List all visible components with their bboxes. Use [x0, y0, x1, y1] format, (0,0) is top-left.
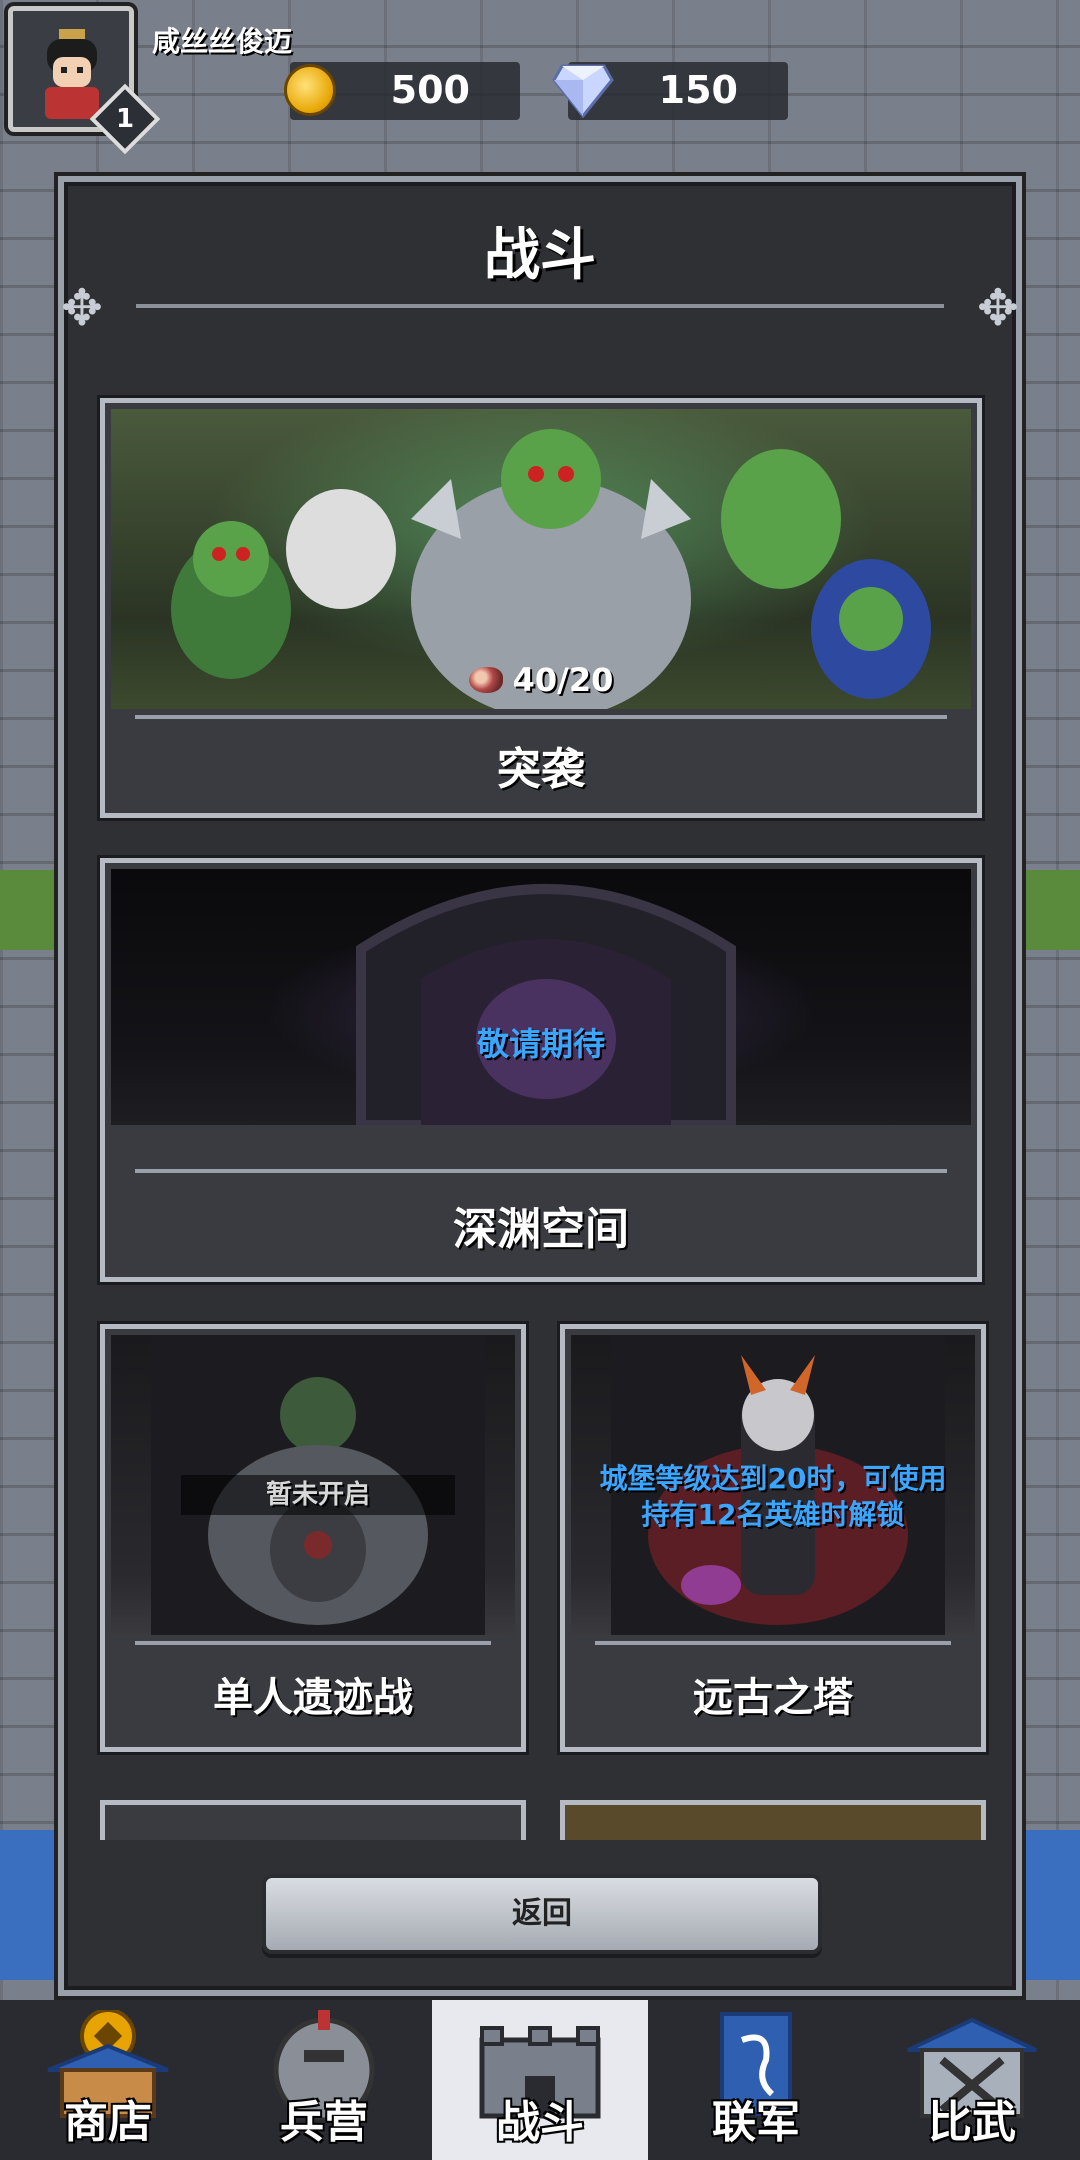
nav-tab-barracks[interactable]: 兵营 [216, 2000, 432, 2160]
tower-artwork: 城堡等级达到20时，可使用 持有12名英雄时解锁 [571, 1335, 975, 1635]
grass-patch [1020, 870, 1080, 950]
raid-count-value: 40/20 [512, 661, 614, 699]
gem-counter[interactable]: 150 [552, 62, 788, 120]
abyss-label: 深渊空间 [453, 1204, 629, 1255]
gold-coin-icon [284, 64, 336, 116]
nav-label-alliance: 联军 [712, 2097, 800, 2148]
nav-label-shop: 商店 [64, 2097, 152, 2148]
meat-stamina-icon [468, 667, 503, 693]
diamond-icon [552, 64, 614, 118]
nav-tab-shop[interactable]: 商店 [0, 2000, 216, 2160]
top-bar: 1 咸丝丝俊迈 500 150 [0, 0, 1080, 155]
coming-soon-text: 敬请期待 [476, 1025, 605, 1063]
raid-artwork: 40/20 [111, 409, 971, 709]
panel-title: 战斗 [484, 223, 596, 288]
gold-value: 500 [390, 68, 470, 112]
abyss-mode-card[interactable]: 敬请期待 深渊空间 [100, 858, 982, 1282]
unlock-requirement-line1: 城堡等级达到20时，可使用 [599, 1462, 947, 1495]
ancient-tower-card[interactable]: 城堡等级达到20时，可使用 持有12名英雄时解锁 远古之塔 [560, 1324, 986, 1752]
grass-patch [0, 870, 60, 950]
abyss-gate-illustration [356, 884, 736, 1125]
not-open-text: 暂未开启 [181, 1475, 455, 1515]
solo-ruins-card[interactable]: 暂未开启 单人遗迹战 [100, 1324, 526, 1752]
card-divider [135, 1641, 491, 1645]
raid-mode-card[interactable]: 40/20 突袭 [100, 398, 982, 818]
nav-label-barracks: 兵营 [280, 2097, 368, 2148]
nav-label-battle: 战斗 [496, 2097, 584, 2148]
gem-value: 150 [658, 68, 738, 112]
bottom-nav: 商店 兵营 战斗 联军 比武 [0, 2000, 1080, 2160]
next-mode-card-partial[interactable] [100, 1800, 526, 1840]
card-divider [135, 1169, 947, 1173]
raid-label: 突袭 [497, 744, 585, 795]
title-divider [136, 304, 944, 308]
ancient-tower-label: 远古之塔 [693, 1675, 853, 1721]
abyss-artwork: 敬请期待 [111, 869, 971, 1125]
card-divider [595, 1641, 951, 1645]
player-name: 咸丝丝俊迈 [152, 25, 293, 58]
next-mode-card-partial[interactable] [560, 1800, 986, 1840]
unlock-requirement-line2: 持有12名英雄时解锁 [641, 1498, 905, 1531]
knot-ornament-icon: ✥ [61, 279, 103, 337]
knot-ornament-icon: ✥ [977, 279, 1019, 337]
gold-counter[interactable]: 500 [284, 62, 520, 120]
card-divider [135, 715, 947, 719]
nav-tab-alliance[interactable]: 联军 [648, 2000, 864, 2160]
nav-label-arena: 比武 [928, 2097, 1016, 2148]
solo-ruins-label: 单人遗迹战 [213, 1675, 413, 1721]
nav-tab-battle[interactable]: 战斗 [432, 2000, 648, 2160]
nav-tab-arena[interactable]: 比武 [864, 2000, 1080, 2160]
raid-stamina: 40/20 [111, 661, 971, 699]
back-button[interactable]: 返回 [262, 1874, 822, 1954]
battle-panel: 战斗 ✥ ✥ 40/20 突袭 敬请期待 深渊空间 暂未开启 单人遗迹战 城堡等… [58, 176, 1022, 1996]
ruins-artwork: 暂未开启 [111, 1335, 515, 1635]
hero-portrait-icon [45, 29, 99, 119]
